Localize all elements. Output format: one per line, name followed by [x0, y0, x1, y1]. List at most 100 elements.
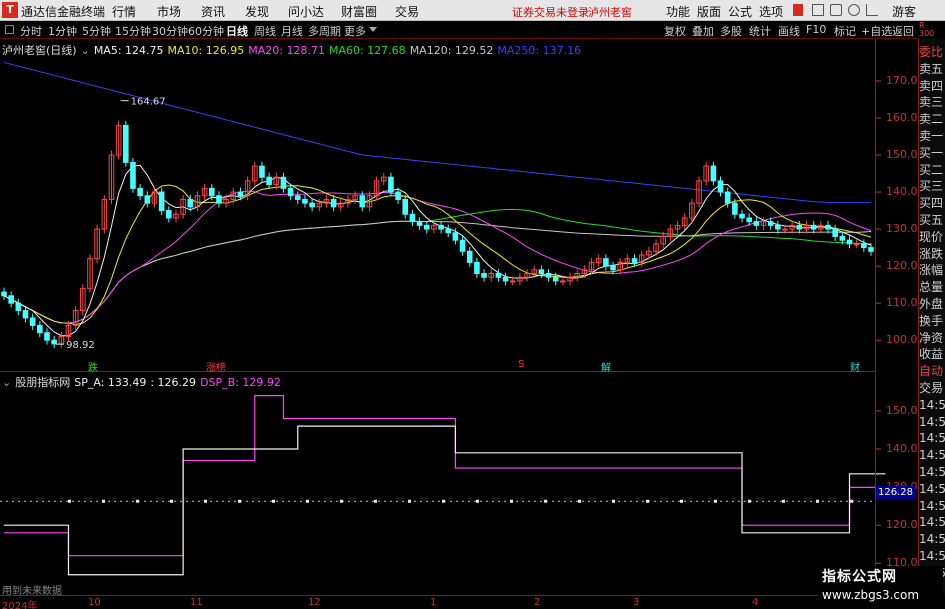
side-row[interactable]: 14:5 — [919, 498, 945, 514]
candle-body — [423, 224, 430, 230]
future-data-note: 用到未来数据 — [2, 586, 62, 597]
candle-body — [388, 176, 394, 193]
reference-dot — [680, 499, 683, 503]
ma5-line — [3, 164, 872, 337]
candle-body — [495, 273, 502, 278]
date-axis — [0, 595, 875, 609]
legend-chevron-icon[interactable]: ⌄ — [81, 44, 90, 57]
side-row[interactable]: 14:5 — [919, 397, 945, 413]
legend-item-2: MA20: 128.71 — [248, 44, 325, 57]
side-row: 卖一 — [919, 129, 944, 143]
reference-dot — [510, 499, 513, 503]
indicator-title[interactable]: 股朋指标网 — [15, 376, 70, 389]
date-tick: 2 — [534, 597, 541, 608]
candle-body — [294, 195, 301, 200]
reference-dot — [408, 499, 411, 503]
candle-body — [359, 195, 366, 208]
candle-body — [552, 276, 559, 282]
kline-chart[interactable]: 164.67 98.92 — [0, 0, 945, 609]
date-tick: 12 — [308, 597, 321, 608]
low-label: 98.92 — [66, 340, 95, 351]
candle-body — [545, 273, 552, 278]
sub-legend: ⌄ 股朋指标网 SP_A: 133.49: 126.29 DSP_B: 129.92 — [2, 374, 285, 390]
date-tick: 1 — [430, 597, 437, 608]
side-row[interactable]: 交易 — [919, 380, 945, 396]
event-marker[interactable]: 财 — [850, 359, 860, 374]
candle-body — [832, 228, 838, 237]
candle-body — [438, 224, 444, 230]
side-row[interactable]: 14:5 — [919, 447, 945, 463]
event-marker[interactable]: 解 — [601, 359, 611, 374]
side-row[interactable]: 14:5 — [919, 514, 945, 530]
date-tick: 4 — [752, 597, 759, 608]
side-row: 委比 — [919, 45, 944, 59]
candle-body — [123, 124, 129, 163]
side-row[interactable]: 自动 — [919, 363, 945, 379]
dsp-b-line — [4, 395, 886, 557]
side-row[interactable]: 14:5 — [919, 548, 945, 564]
legend-item-1: MA10: 126.95 — [167, 44, 245, 57]
axis-label-main: 140.0 — [886, 185, 918, 199]
axis-label-sub: 140.0 — [886, 441, 918, 455]
candle-body — [22, 310, 29, 319]
candle-body — [166, 210, 172, 219]
candle-body — [216, 195, 222, 204]
panel-divider[interactable] — [0, 371, 875, 372]
side-row[interactable]: 14:5 — [919, 531, 945, 547]
watermark-url: www.zbgs3.com — [822, 588, 920, 602]
reference-dot — [646, 499, 649, 503]
candle-body — [309, 202, 315, 208]
reference-dot — [102, 499, 105, 503]
candle-body — [710, 165, 717, 182]
main-legend: 泸州老窖(日线) ⌄ MA5: 124.75 MA10: 126.95 MA20: 12… — [2, 42, 585, 58]
legend-item-5: MA250: 137.16 — [497, 44, 582, 57]
axis-label-main: 100.0 — [886, 333, 918, 347]
candle-body — [767, 221, 774, 226]
candle-body — [474, 261, 480, 275]
candle-body — [302, 198, 308, 204]
candle-body — [445, 228, 452, 234]
ma20-line — [3, 190, 872, 324]
reference-dot — [170, 499, 173, 503]
candle-body — [782, 228, 788, 231]
candle-body — [187, 198, 194, 208]
candle-body — [287, 187, 294, 197]
candle-body — [416, 221, 423, 226]
side-row: 买三 — [919, 179, 944, 194]
candle-body — [538, 269, 545, 275]
side-row[interactable]: 14:5 — [919, 481, 945, 497]
candle-body — [610, 265, 616, 271]
side-row: 买一 — [919, 145, 944, 160]
event-marker[interactable]: S — [518, 359, 524, 370]
axis-label-sub: 150.0 — [886, 403, 918, 417]
candle-body — [466, 250, 473, 263]
candle-body — [753, 221, 760, 226]
side-row: 卖三 — [919, 95, 944, 110]
candle-body — [603, 258, 609, 267]
reference-dot — [476, 499, 479, 503]
side-row[interactable]: 14:5 — [919, 464, 945, 480]
side-row: 买五 — [919, 213, 944, 227]
candle-body — [37, 324, 43, 334]
ma10-line — [3, 184, 872, 326]
side-row: 涨幅 — [919, 263, 944, 278]
stock-title[interactable]: 泸州老窖(日线) — [2, 44, 77, 57]
side-row[interactable]: 14:5 — [919, 414, 945, 430]
reference-dot — [272, 499, 275, 503]
date-tick: 2024年 — [2, 601, 38, 609]
date-tick: 10 — [88, 597, 101, 608]
candle-body — [724, 191, 731, 204]
reference-dot — [816, 499, 819, 503]
side-row[interactable]: 14:5 — [919, 430, 945, 446]
indicator-chevron-icon[interactable]: ⌄ — [2, 376, 11, 389]
legend-item-1: : 126.29 — [150, 376, 197, 389]
side-row: 卖四 — [919, 78, 944, 93]
axis-label-main: 160.0 — [886, 110, 918, 124]
candle-body — [839, 235, 846, 241]
panel-tag: R 300 — [919, 21, 935, 38]
event-marker[interactable]: 涨榜 — [206, 359, 226, 374]
candle-body — [796, 224, 803, 230]
candle-body — [15, 302, 22, 312]
event-marker[interactable]: 跌 — [88, 359, 98, 374]
candle-body — [846, 239, 853, 245]
